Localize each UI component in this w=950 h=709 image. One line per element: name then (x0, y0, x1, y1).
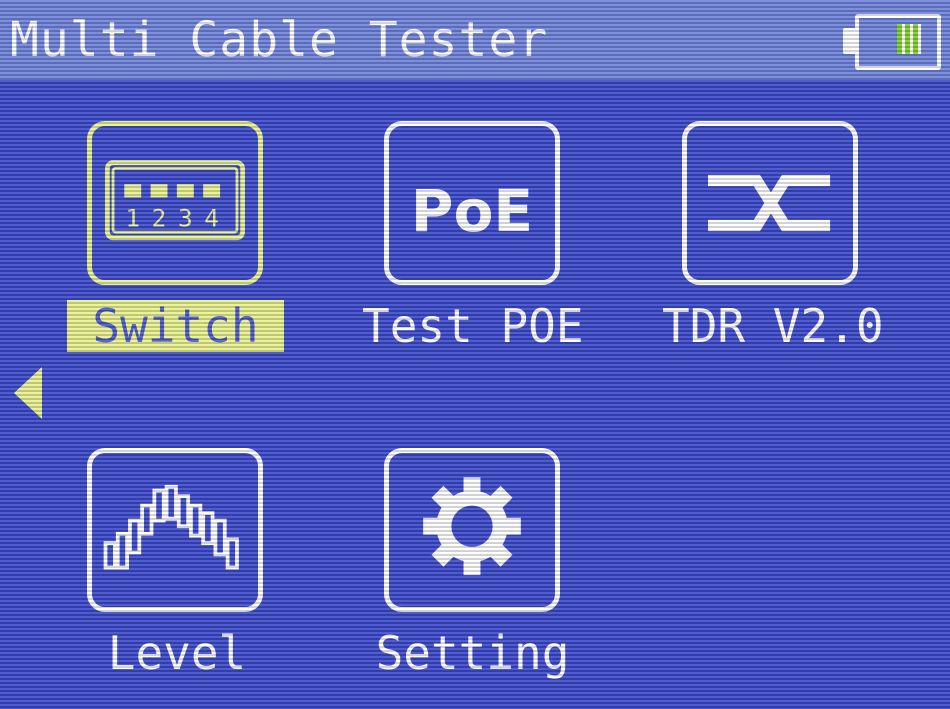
tdr-tile[interactable] (682, 121, 858, 285)
level-waveform-icon (103, 484, 239, 570)
test-poe-label[interactable]: Test POE (362, 300, 584, 352)
switch-label[interactable]: Switch (67, 300, 284, 352)
tester-screen: Multi Cable Tester 1 2 3 4 Switch PoE Te… (0, 0, 950, 709)
level-tile[interactable] (87, 448, 263, 612)
switch-ports-icon: 1 2 3 4 (105, 160, 245, 241)
gear-icon (423, 477, 521, 576)
svg-text:PoE: PoE (411, 177, 533, 245)
test-poe-tile[interactable]: PoE (384, 121, 560, 285)
header-bar: Multi Cable Tester (0, 0, 950, 80)
tdr-cable-icon (708, 174, 831, 232)
setting-label[interactable]: Setting (370, 627, 575, 679)
left-arrow-icon[interactable] (14, 367, 42, 419)
tdr-label[interactable]: TDR V2.0 (662, 300, 884, 352)
port-number-1: 1 (125, 203, 140, 232)
port-number-2: 2 (152, 203, 167, 232)
battery-level (897, 24, 921, 54)
battery-icon (843, 14, 941, 70)
port-number-4: 4 (204, 203, 219, 232)
port-number-3: 3 (178, 203, 193, 232)
poe-icon: PoE (411, 177, 533, 245)
app-title: Multi Cable Tester (10, 12, 549, 68)
switch-tile[interactable]: 1 2 3 4 (87, 121, 263, 285)
level-label[interactable]: Level (92, 627, 262, 679)
setting-tile[interactable] (384, 448, 560, 612)
